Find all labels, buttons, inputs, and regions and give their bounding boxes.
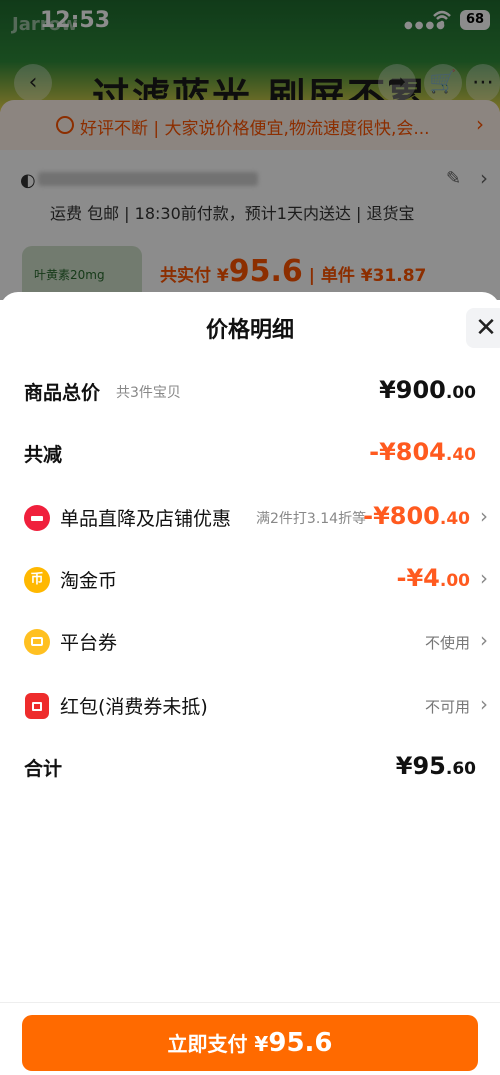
chevron-right-icon: › [480, 504, 488, 528]
row-label: 共减 [24, 444, 63, 466]
row-label: 红包(消费券未抵) [60, 696, 208, 718]
value-int: ¥95 [395, 752, 446, 780]
row-value: ¥900.00 [379, 376, 476, 404]
dim-overlay[interactable] [0, 0, 500, 300]
row-value: 不使用 [424, 634, 470, 652]
background-page: Jarrow 过滤蓝光 刷屏不累 12:53 ●●●● 68 ‹ ➦ 🛒 ⋯ 好… [0, 0, 500, 300]
value-dec: .00 [439, 571, 470, 591]
value-int: -¥804 [369, 438, 446, 466]
row-value: ¥95.60 [396, 752, 476, 780]
row-grand-total: 合计 ¥95.60 [0, 748, 500, 788]
pay-bar: 立即支付 ¥95.6 [0, 1002, 500, 1075]
coupon-icon [24, 629, 50, 655]
row-sub: 共3件宝贝 [116, 385, 181, 401]
value-int: -¥800 [363, 502, 440, 530]
row-value: -¥4.00 [397, 564, 470, 592]
row-total-discount: 共减 -¥804.40 [0, 434, 500, 474]
value-dec: .60 [445, 759, 476, 779]
row-label: 商品总价 [24, 382, 101, 404]
row-coins[interactable]: 币 淘金币 -¥4.00 › [0, 560, 500, 600]
value-dec: .00 [445, 383, 476, 403]
row-store-discount[interactable]: 单品直降及店铺优惠 满2件打3.14折等 -¥800.40 › [0, 498, 500, 538]
discount-icon [24, 505, 50, 531]
row-red-packet[interactable]: 红包(消费券未抵) 不可用 › [0, 686, 500, 726]
chevron-right-icon: › [480, 692, 488, 716]
row-value: 不可用 [424, 698, 470, 716]
value-dec: .40 [445, 445, 476, 465]
close-icon[interactable]: ✕ [466, 308, 500, 348]
pay-button-amount: 95.6 [268, 1028, 333, 1058]
red-packet-icon [25, 693, 49, 719]
chevron-right-icon: › [480, 566, 488, 590]
value-int: -¥4 [396, 564, 440, 592]
price-detail-sheet: 价格明细 ✕ 商品总价 共3件宝贝 ¥900.00 共减 -¥804.40 单品… [0, 292, 500, 1074]
row-label: 单品直降及店铺优惠 [60, 508, 232, 530]
row-platform-coupon[interactable]: 平台券 不使用 › [0, 622, 500, 662]
row-label: 合计 [24, 758, 63, 780]
row-item-total: 商品总价 共3件宝贝 ¥900.00 [0, 372, 500, 412]
coin-icon: 币 [24, 567, 50, 593]
row-value: -¥800.40 [363, 502, 470, 530]
value-dec: .40 [439, 509, 470, 529]
pay-now-button[interactable]: 立即支付 ¥95.6 [22, 1015, 478, 1071]
sheet-title: 价格明细 [205, 318, 294, 343]
pay-button-label: 立即支付 ¥ [167, 1032, 269, 1056]
chevron-right-icon: › [480, 628, 488, 652]
value-int: ¥900 [379, 376, 446, 404]
row-label: 淘金币 [60, 570, 118, 592]
row-label: 平台券 [60, 632, 118, 654]
row-sub: 满2件打3.14折等 [256, 511, 367, 527]
row-value: -¥804.40 [369, 438, 476, 466]
